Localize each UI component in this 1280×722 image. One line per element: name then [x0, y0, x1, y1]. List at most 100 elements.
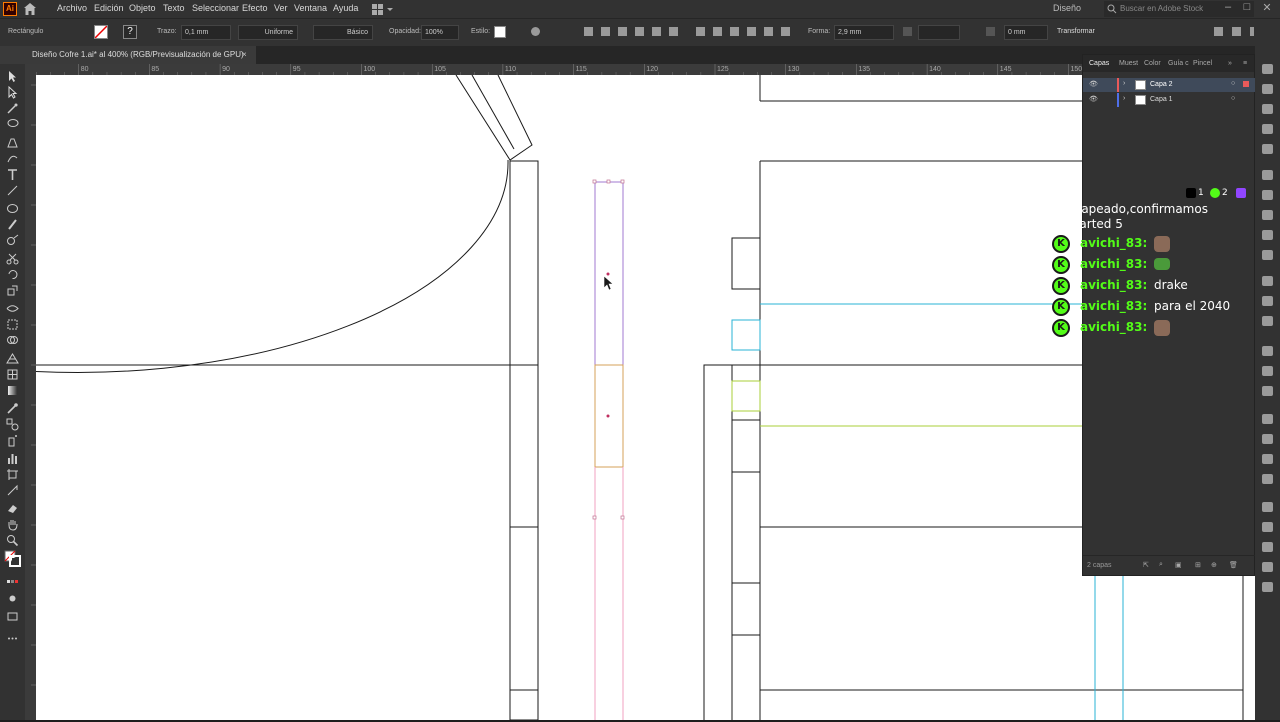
edit-toolbar-icon[interactable] — [6, 632, 19, 645]
layer-name[interactable]: Capa 1 — [1150, 96, 1173, 103]
menu-seleccionar[interactable]: Seleccionar — [192, 3, 239, 13]
properties-dock-icon[interactable] — [1262, 84, 1273, 94]
magic-wand-tool-icon[interactable] — [6, 102, 19, 115]
layer-name[interactable]: Capa 2 — [1150, 81, 1173, 88]
expand-arrow-icon[interactable]: › — [1123, 80, 1125, 87]
links-dock-icon[interactable] — [1262, 434, 1273, 444]
close-window-icon[interactable]: ✕ — [1261, 1, 1273, 14]
eyedropper-tool-icon[interactable] — [6, 402, 19, 415]
hand-tool-icon[interactable] — [6, 518, 19, 531]
direct-selection-tool-icon[interactable] — [6, 86, 19, 99]
pen-tool-icon[interactable] — [6, 136, 19, 149]
brushes-dock-icon[interactable] — [1262, 170, 1273, 180]
shaper-tool-icon[interactable] — [6, 234, 19, 247]
screen-mode-icon[interactable] — [6, 610, 19, 623]
arrange-documents-icon[interactable] — [372, 2, 394, 16]
eraser-tool-icon[interactable] — [6, 502, 19, 515]
mesh-tool-icon[interactable] — [6, 368, 19, 381]
align-bottom-icon[interactable] — [669, 27, 678, 36]
fill-swatch[interactable] — [94, 25, 108, 39]
artboard-canvas[interactable] — [36, 75, 1255, 720]
minimize-icon[interactable]: – — [1222, 1, 1234, 13]
more-options-icon[interactable] — [1250, 27, 1254, 36]
corner-type-icon[interactable] — [986, 27, 995, 36]
slice-tool-icon[interactable] — [6, 484, 19, 497]
swatches-dock-icon[interactable] — [1262, 144, 1273, 154]
paragraph-dock-icon[interactable] — [1262, 366, 1273, 376]
panel-menu-icon[interactable]: ≡ — [1243, 60, 1247, 67]
menu-edicion[interactable]: Edición — [94, 3, 124, 13]
home-icon[interactable] — [22, 1, 38, 17]
menu-objeto[interactable]: Objeto — [129, 3, 156, 13]
appearance-dock-icon[interactable] — [1262, 230, 1273, 240]
selection-tool-icon[interactable] — [6, 70, 19, 83]
asset-export-dock-icon[interactable] — [1262, 522, 1273, 532]
delete-layer-icon[interactable]: 🗑 — [1229, 561, 1238, 569]
align-dock-icon[interactable] — [1262, 474, 1273, 484]
new-sublayer-icon[interactable]: ⊞ — [1195, 561, 1201, 569]
transform-dock-icon[interactable] — [1262, 454, 1273, 464]
stroke-weight-field[interactable]: 0,1 mm — [181, 25, 231, 40]
align-right-icon[interactable] — [618, 27, 627, 36]
gradient-dock-icon[interactable] — [1262, 296, 1273, 306]
transparency-dock-icon[interactable] — [1262, 276, 1273, 286]
info-dock-icon[interactable] — [1262, 562, 1273, 572]
transform-link[interactable]: Transformar — [1057, 28, 1095, 35]
layers-dock-icon[interactable] — [1262, 64, 1273, 74]
actions-dock-icon[interactable] — [1262, 582, 1273, 592]
layer-row-capa-2[interactable]: 👁 › Capa 2 ○ — [1083, 78, 1255, 92]
stroke-swatch[interactable]: ? — [123, 25, 137, 39]
expand-arrow-icon[interactable]: › — [1123, 95, 1125, 102]
visibility-eye-icon[interactable]: 👁 — [1089, 95, 1098, 103]
corner-radius-field[interactable]: 0 mm — [1004, 25, 1048, 40]
scissors-tool-icon[interactable] — [6, 252, 19, 265]
collapse-panel-icon[interactable]: » — [1228, 60, 1232, 67]
distribute-middle-icon[interactable] — [713, 27, 722, 36]
layer-row-capa-1[interactable]: 👁 › Capa 1 ○ — [1083, 93, 1255, 107]
document-tab[interactable]: Diseño Cofre 1.ai* al 400% (RGB/Previsua… — [0, 46, 256, 64]
zoom-tool-icon[interactable] — [6, 534, 19, 547]
distribute-left-icon[interactable] — [747, 27, 756, 36]
panel-menu-icon[interactable] — [1232, 27, 1241, 36]
workspace-switcher[interactable]: Diseño — [1053, 3, 1081, 13]
perspective-grid-tool-icon[interactable] — [6, 352, 19, 365]
graphic-styles-dock-icon[interactable] — [1262, 210, 1273, 220]
color-dock-icon[interactable] — [1262, 124, 1273, 134]
blend-tool-icon[interactable] — [6, 418, 19, 431]
menu-ver[interactable]: Ver — [274, 3, 288, 13]
tab-capas[interactable]: Capas — [1089, 60, 1109, 67]
character-dock-icon[interactable] — [1262, 346, 1273, 356]
artboards-dock-icon[interactable] — [1262, 502, 1273, 512]
scale-tool-icon[interactable] — [6, 284, 19, 297]
isolate-icon[interactable] — [1214, 27, 1223, 36]
pathfinder-dock-icon[interactable] — [1262, 316, 1273, 326]
distribute-right-icon[interactable] — [781, 27, 790, 36]
draw-mode-icon[interactable] — [6, 592, 19, 605]
symbols-dock-icon[interactable] — [1262, 190, 1273, 200]
lasso-tool-icon[interactable] — [6, 118, 19, 131]
menu-ventana[interactable]: Ventana — [294, 3, 327, 13]
free-transform-tool-icon[interactable] — [6, 318, 19, 331]
shape-width-field[interactable]: 2,9 mm — [834, 25, 894, 40]
export-icon[interactable]: ⇱ — [1143, 561, 1149, 569]
navigator-dock-icon[interactable] — [1262, 542, 1273, 552]
tab-color[interactable]: Color — [1144, 60, 1161, 67]
graphic-style-swatch[interactable] — [494, 26, 506, 38]
selection-indicator[interactable] — [1243, 81, 1249, 87]
column-graph-tool-icon[interactable] — [6, 452, 19, 465]
symbol-sprayer-tool-icon[interactable] — [6, 434, 19, 447]
ellipse-tool-icon[interactable] — [6, 202, 19, 215]
new-layer-icon[interactable]: ⊕ — [1211, 561, 1217, 569]
opacity-field[interactable]: 100% — [421, 25, 459, 40]
libraries-dock-icon[interactable] — [1262, 104, 1273, 114]
width-tool-icon[interactable] — [6, 302, 19, 315]
close-tab-icon[interactable]: × — [242, 46, 247, 64]
distribute-bottom-icon[interactable] — [730, 27, 739, 36]
gradient-tool-icon[interactable] — [6, 384, 19, 397]
tab-pincel[interactable]: Pincel — [1193, 60, 1212, 67]
target-circle-icon[interactable]: ○ — [1231, 95, 1235, 102]
stroke-dock-icon[interactable] — [1262, 250, 1273, 260]
tab-muestras[interactable]: Muest — [1119, 60, 1138, 67]
export-dock-icon[interactable] — [1262, 414, 1273, 424]
align-middle-icon[interactable] — [652, 27, 661, 36]
